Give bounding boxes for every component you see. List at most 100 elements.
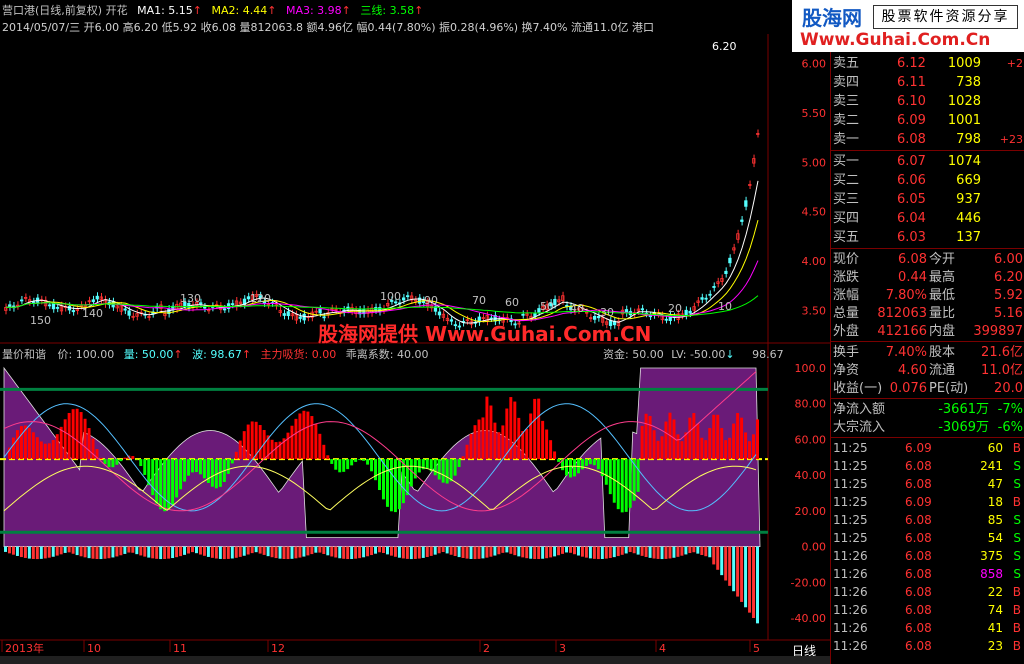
- tick-time: 11:26: [833, 621, 868, 635]
- volume-bar: [202, 546, 206, 556]
- volume-bar: [210, 546, 214, 558]
- volume-bar: [445, 546, 449, 554]
- volume-bar: [489, 546, 493, 557]
- bid-row: 买二 6.06 669: [831, 171, 1024, 190]
- volume-bar: [198, 546, 202, 555]
- volume-bar: [553, 546, 557, 557]
- volume-bar: [306, 546, 310, 556]
- histogram-bar: [525, 428, 529, 460]
- candle-body: [222, 308, 227, 311]
- volume-bar: [620, 546, 624, 555]
- stat-label: PE(动): [929, 381, 969, 396]
- volume-bar: [724, 546, 728, 581]
- candle-body: [437, 311, 442, 316]
- histogram-bar: [302, 410, 306, 460]
- candle-body: [286, 311, 290, 317]
- order-volume: 1028: [947, 94, 981, 109]
- tick-time: 11:26: [833, 603, 868, 617]
- order-price: 6.03: [897, 230, 926, 245]
- histogram-bar: [513, 401, 517, 460]
- volume-bar: [19, 546, 23, 558]
- volume-bar: [732, 546, 736, 592]
- histogram-bar: [31, 432, 35, 460]
- volume-bar: [194, 546, 198, 554]
- histogram-bar: [250, 421, 254, 460]
- tick-volume: 858: [980, 567, 1003, 581]
- volume-bar: [286, 546, 290, 560]
- candle-body: [302, 313, 306, 321]
- volume-bar: [179, 546, 183, 557]
- volume-bar: [584, 546, 588, 558]
- price-tick-label: 4.50: [802, 206, 827, 219]
- histogram-bar: [119, 459, 123, 462]
- tick-row: 11:25 6.08 47 S: [831, 475, 1024, 493]
- volume-bar: [47, 546, 51, 558]
- volume-bar: [421, 546, 425, 558]
- order-price: 6.11: [897, 75, 926, 90]
- ind-price: 价: 100.00: [57, 348, 115, 361]
- histogram-bar: [55, 434, 59, 460]
- stat-value: 20.0: [994, 381, 1023, 396]
- order-volume: 798: [956, 132, 981, 147]
- candle-body: [47, 304, 52, 307]
- logo-slogan: 股票软件资源分享: [873, 5, 1018, 29]
- tick-side: S: [1013, 459, 1021, 473]
- order-label: 卖四: [833, 75, 860, 90]
- candle-body: [20, 299, 24, 302]
- candle-body: [123, 308, 127, 311]
- volume-bar: [91, 546, 95, 559]
- tick-volume: 18: [987, 495, 1003, 509]
- volume-bar: [389, 546, 393, 556]
- histogram-bar: [708, 428, 712, 460]
- volume-bar: [370, 546, 374, 556]
- chart-area[interactable]: 6.00 5.50 5.00 4.50 4.00 3.50 100.0 80.00 60.00 4…: [0, 0, 830, 664]
- histogram-bar: [314, 423, 318, 460]
- histogram-bar: [437, 459, 441, 480]
- time-tick-label: 11: [173, 642, 187, 655]
- separator: [831, 248, 1024, 249]
- volume-bar: [696, 546, 700, 554]
- histogram-bar: [716, 414, 720, 460]
- histogram-bar: [330, 459, 334, 464]
- stat-label: 收益(一): [833, 381, 883, 396]
- histogram-bar: [155, 459, 159, 504]
- candle-body: [282, 313, 286, 316]
- ind-tick-label: -20.00: [791, 576, 826, 589]
- volume-bar: [79, 546, 83, 557]
- volume-bar: [234, 546, 238, 558]
- volume-bar: [704, 546, 708, 557]
- candle-body: [127, 310, 131, 316]
- tick-side: B: [1012, 495, 1021, 509]
- volume-bar: [425, 546, 429, 558]
- candle-body: [203, 306, 207, 309]
- volume-bar: [632, 546, 636, 554]
- histogram-bar: [346, 459, 350, 470]
- bottom-tabs[interactable]: [0, 656, 830, 664]
- volume-bar: [43, 546, 47, 559]
- histogram-bar: [274, 442, 278, 460]
- indicator-name[interactable]: 量价和谐: [2, 348, 46, 361]
- candle-body: [648, 315, 652, 318]
- volume-bar: [688, 546, 692, 554]
- volume-bar: [358, 546, 362, 559]
- candle-body: [71, 310, 76, 313]
- candle-body: [724, 270, 728, 274]
- histogram-bar: [596, 459, 600, 470]
- tick-volume: 41: [987, 621, 1003, 635]
- vol-level-label: 100: [380, 290, 401, 303]
- tick-price: 6.08: [905, 585, 932, 599]
- volume-bar: [374, 546, 378, 554]
- volume-bar: [509, 546, 513, 554]
- tick-row: 11:25 6.09 60 B: [831, 439, 1024, 457]
- stat-label: 涨跌: [833, 270, 860, 285]
- volume-bar: [576, 546, 580, 556]
- volume-bar: [155, 546, 159, 559]
- separator: [831, 437, 1024, 438]
- histogram-bar: [290, 425, 294, 460]
- histogram-bar: [541, 420, 545, 460]
- volume-bar: [27, 546, 31, 559]
- volume-bar: [660, 546, 664, 560]
- stat-row: 涨幅 7.80% 最低 5.92: [831, 286, 1024, 305]
- volume-bar: [545, 546, 549, 559]
- tick-side: B: [1012, 621, 1021, 635]
